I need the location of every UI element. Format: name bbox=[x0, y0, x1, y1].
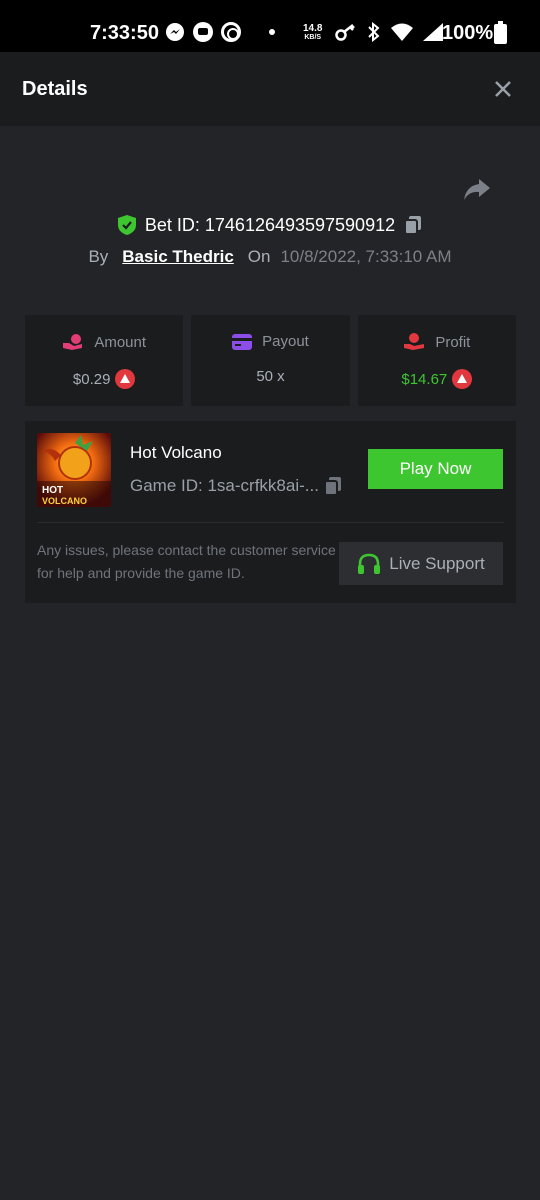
more-notifications-icon bbox=[269, 29, 275, 35]
profit-hand-icon bbox=[404, 333, 425, 350]
payout-value: 50 x bbox=[256, 368, 285, 385]
net-speed: 14.8 KB/S bbox=[303, 23, 323, 42]
on-label: On bbox=[247, 247, 271, 266]
notification-icons bbox=[165, 22, 275, 42]
share-icon bbox=[464, 179, 490, 200]
profit-value: $14.67 bbox=[401, 370, 448, 388]
messenger-icon bbox=[166, 23, 184, 41]
key-icon bbox=[335, 24, 355, 41]
game-id: Game ID: 1sa-crfkk8ai-... bbox=[130, 476, 319, 495]
coin-icon bbox=[452, 369, 473, 389]
close-icon bbox=[495, 81, 511, 97]
share-button[interactable] bbox=[462, 176, 492, 202]
user-link[interactable]: Basic Thedric bbox=[122, 247, 234, 267]
amount-label: Amount bbox=[94, 333, 147, 351]
play-now-button[interactable]: Play Now bbox=[368, 449, 503, 489]
system-icons bbox=[335, 22, 443, 42]
amount-card: Amount $0.29 bbox=[25, 315, 184, 406]
chat-icon bbox=[193, 22, 213, 42]
bet-id: Bet ID: 1746126493597590912 bbox=[144, 214, 396, 235]
bet-author-row: By Basic Thedric On 10/8/2022, 7:33:10 A… bbox=[0, 247, 540, 267]
details-header: Details bbox=[0, 52, 540, 126]
bet-date: 10/8/2022, 7:33:10 AM bbox=[280, 247, 452, 266]
coin-icon bbox=[115, 369, 136, 389]
game-thumbnail[interactable]: HOT VOLCANO bbox=[37, 433, 111, 507]
by-label: By bbox=[88, 247, 109, 266]
battery-icon bbox=[494, 21, 507, 44]
shield-check-icon bbox=[117, 215, 136, 235]
close-button[interactable] bbox=[490, 76, 516, 102]
status-time: 7:33:50 bbox=[90, 22, 159, 44]
battery-level: 100% bbox=[442, 22, 494, 44]
svg-text:HOT: HOT bbox=[42, 485, 63, 496]
copy-icon[interactable] bbox=[403, 214, 423, 236]
copy-icon[interactable] bbox=[323, 475, 343, 497]
bet-stats: Amount $0.29 Payout 50 x Profit $14.67 bbox=[25, 315, 516, 406]
amount-value: $0.29 bbox=[72, 370, 111, 388]
payout-card: Payout 50 x bbox=[191, 315, 350, 406]
game-id-row: Game ID: 1sa-crfkk8ai-... bbox=[130, 475, 343, 497]
live-support-label: Live Support bbox=[389, 553, 485, 573]
signal-icon bbox=[423, 23, 443, 41]
svg-text:VOLCANO: VOLCANO bbox=[42, 496, 87, 506]
app-icon bbox=[221, 22, 241, 42]
help-text: Any issues, please contact the customer … bbox=[37, 542, 336, 581]
payout-label: Payout bbox=[262, 333, 309, 350]
profit-card: Profit $14.67 bbox=[357, 315, 516, 406]
game-name: Hot Volcano bbox=[130, 443, 222, 462]
status-bar: 7:33:50 14.8 KB/S 100% bbox=[0, 0, 540, 52]
wifi-icon bbox=[391, 23, 413, 41]
page-title: Details bbox=[22, 78, 88, 100]
game-card: HOT VOLCANO Hot Volcano Game ID: 1sa-crf… bbox=[25, 421, 516, 603]
divider bbox=[37, 522, 504, 523]
profit-label: Profit bbox=[435, 333, 471, 351]
headset-icon bbox=[358, 553, 381, 574]
hot-volcano-logo: HOT VOLCANO bbox=[37, 433, 111, 507]
card-icon bbox=[232, 333, 253, 350]
bet-id-row: Bet ID: 1746126493597590912 bbox=[0, 214, 540, 236]
money-hand-icon bbox=[63, 334, 83, 350]
bluetooth-icon bbox=[368, 22, 380, 42]
live-support-button[interactable]: Live Support bbox=[339, 542, 503, 585]
